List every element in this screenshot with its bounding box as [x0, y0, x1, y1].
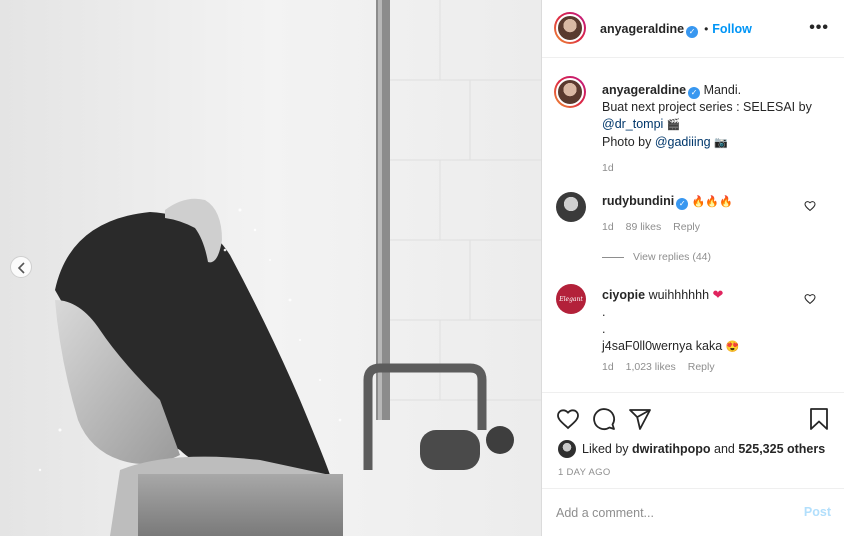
caption-time[interactable]: 1d — [602, 160, 832, 177]
caption-avatar[interactable] — [554, 76, 586, 108]
verified-badge-icon: ✓ — [676, 198, 689, 210]
action-bar: Liked by dwiratihpopo and 525,325 others… — [542, 392, 844, 488]
commenter-avatar[interactable]: Elegant — [556, 284, 586, 314]
comment-like-heart-icon[interactable] — [804, 200, 816, 212]
comment-body: wuihhhhhh — [648, 288, 710, 302]
liker-username[interactable]: dwiratihpopo — [632, 442, 710, 456]
camera-icon: 📷 — [714, 137, 728, 149]
liker-avatar[interactable] — [558, 440, 576, 458]
verified-badge-icon: ✓ — [688, 87, 701, 99]
comment-line2: . — [602, 305, 606, 319]
comment-line4: j4saF0ll0wernya kaka — [602, 339, 723, 353]
comment-icon[interactable] — [592, 407, 616, 431]
red-heart-icon: ❤ — [712, 287, 724, 302]
comment-likes[interactable]: 1,023 likes — [626, 361, 676, 373]
avatar-logo-text: Elegant — [559, 295, 583, 303]
chevron-left-icon — [17, 262, 25, 274]
clapper-icon: 🎬 — [666, 119, 681, 131]
comment-username[interactable]: rudybundini — [602, 194, 674, 208]
follow-button[interactable]: Follow — [712, 22, 752, 36]
comment-like-heart-icon[interactable] — [804, 293, 816, 305]
separator-dot: • — [704, 22, 709, 36]
likes-summary: Liked by dwiratihpopo and 525,325 others — [582, 442, 825, 456]
comment-time[interactable]: 1d — [602, 221, 614, 233]
caption-line2: Buat next project series : SELESAI by — [602, 100, 812, 114]
mention-link[interactable]: @dr_tompi — [602, 117, 663, 131]
reply-button[interactable]: Reply — [688, 361, 715, 373]
photo-illustration — [0, 0, 541, 536]
mention-link[interactable]: @gadiiing — [655, 135, 711, 149]
more-options-icon[interactable]: ••• — [809, 19, 829, 37]
post-comment-button[interactable]: Post — [804, 505, 831, 519]
comment-text: rudybundini ✓ 🔥🔥🔥 — [602, 193, 802, 211]
likes-count[interactable]: 525,325 others — [738, 442, 825, 456]
likes-middle: and — [714, 442, 735, 456]
carousel-prev-button[interactable] — [10, 256, 32, 278]
add-comment-input[interactable] — [556, 503, 776, 523]
comment-username[interactable]: ciyopie — [602, 288, 645, 302]
fire-icon: 🔥🔥🔥 — [691, 196, 733, 208]
caption-text: anyageraldine ✓ Mandi. Buat next project … — [602, 82, 832, 177]
reply-button[interactable]: Reply — [673, 221, 700, 233]
comment-line3: . — [602, 322, 606, 336]
comment-time[interactable]: 1d — [602, 361, 614, 373]
share-icon[interactable] — [628, 407, 652, 431]
comment-meta: 1d 89 likes Reply — [602, 221, 709, 233]
commenter-avatar[interactable] — [556, 192, 586, 222]
author-username[interactable]: anyageraldine — [600, 22, 684, 36]
caption-username[interactable]: anyageraldine — [602, 83, 686, 97]
replies-line — [602, 256, 624, 258]
bookmark-icon[interactable] — [808, 407, 830, 431]
comment-meta: 1d 1,023 likes Reply — [602, 361, 724, 373]
caption-line1: Mandi. — [703, 83, 742, 97]
likes-prefix: Liked by — [582, 442, 629, 456]
like-heart-icon[interactable] — [556, 407, 580, 431]
verified-badge-icon: ✓ — [686, 26, 699, 38]
comment-likes[interactable]: 89 likes — [626, 221, 662, 233]
comment-text: ciyopie wuihhhhhh ❤ . . j4saF0ll0wernya … — [602, 286, 822, 356]
caption-line3-prefix: Photo by — [602, 135, 652, 149]
author-line: anyageraldine ✓ • Follow — [600, 20, 752, 38]
heart-eyes-icon: 😍 — [725, 341, 740, 353]
author-avatar[interactable] — [554, 12, 586, 44]
post-sidebar: anyageraldine ✓ • Follow ••• anyageraldine ✓… — [541, 0, 844, 536]
view-replies-button[interactable]: View replies (44) — [602, 251, 720, 263]
post-timestamp[interactable]: 1 DAY AGO — [558, 467, 611, 478]
comment-form: Post — [542, 488, 844, 536]
post-header: anyageraldine ✓ • Follow ••• — [542, 0, 844, 58]
view-replies-label: View replies (44) — [633, 251, 712, 263]
post-photo — [0, 0, 541, 536]
